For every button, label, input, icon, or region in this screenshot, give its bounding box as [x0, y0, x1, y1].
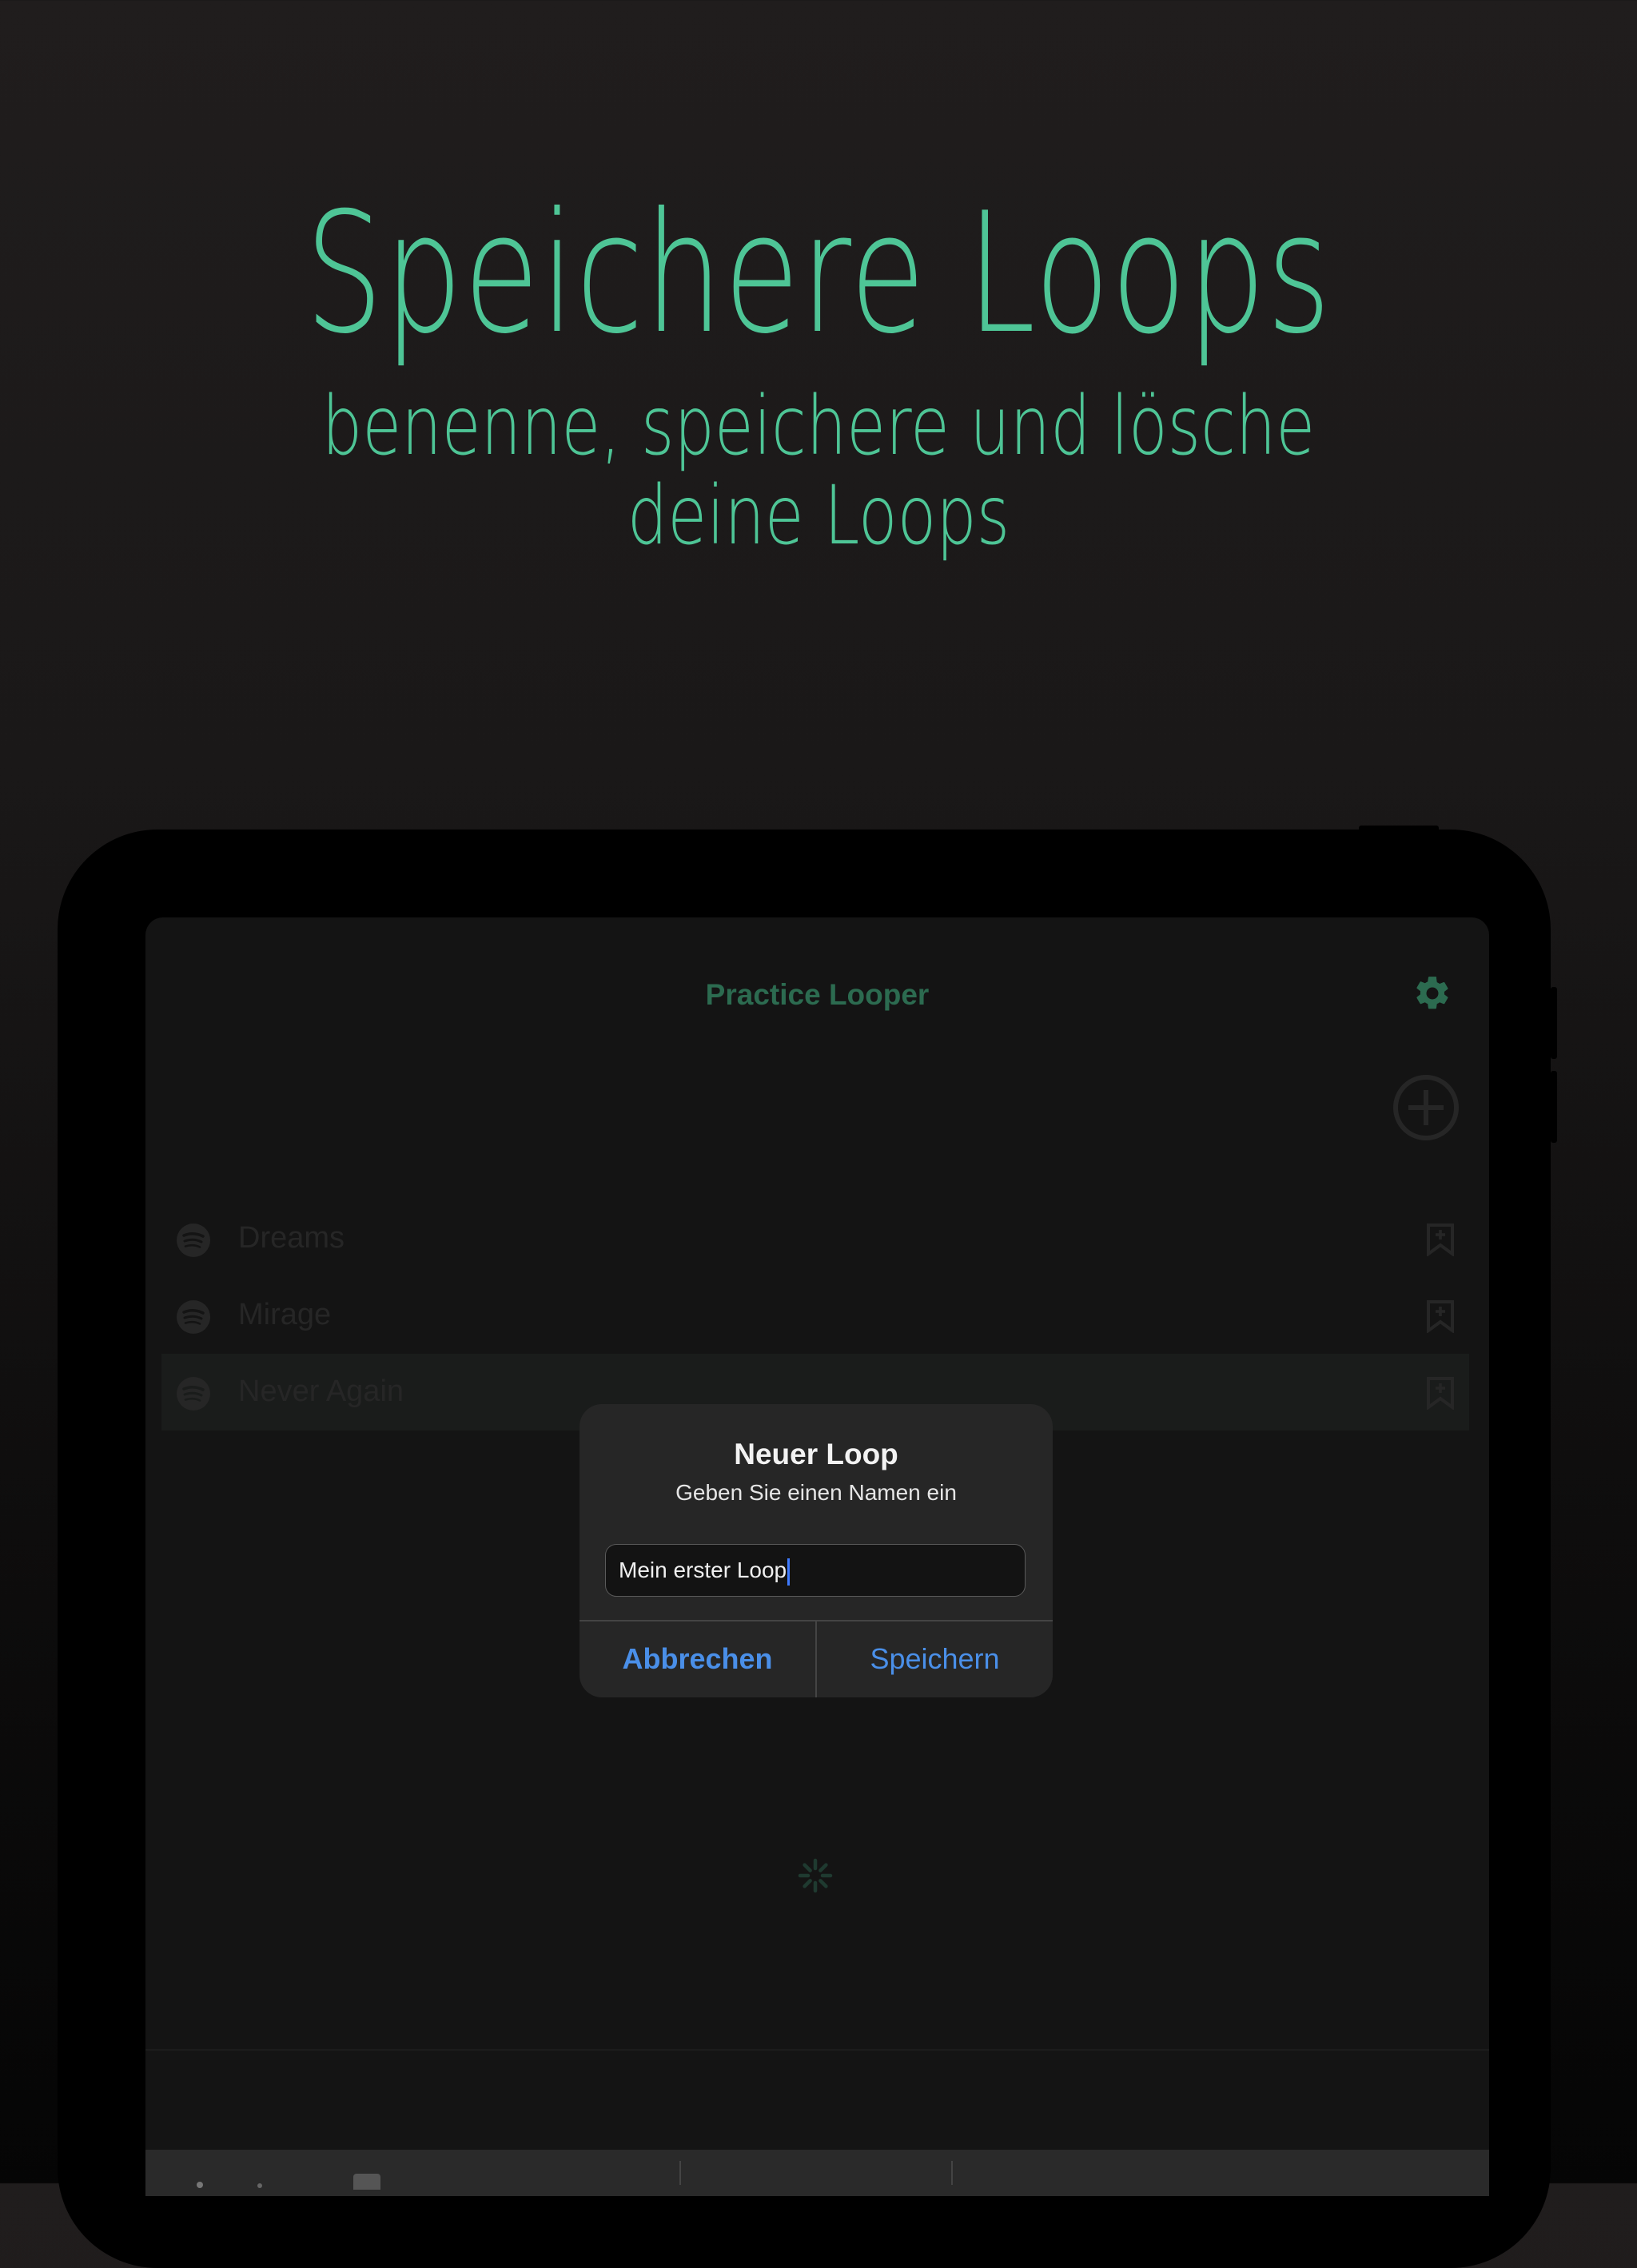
loading-spinner-icon: [798, 1858, 833, 1893]
song-title: Dreams: [238, 1221, 345, 1255]
toolbar-separator: [679, 2161, 681, 2185]
song-title: Mirage: [238, 1298, 332, 1331]
new-loop-dialog: Neuer Loop Geben Sie einen Namen ein Mei…: [580, 1404, 1053, 1697]
app-screen: Practice Looper Dreams Mirage Never Agai…: [145, 917, 1489, 2196]
gear-icon[interactable]: [1412, 973, 1452, 1013]
plus-circle-icon[interactable]: [1392, 1074, 1460, 1141]
device-top-button: [1359, 826, 1439, 832]
hero-title: Speichere Loops: [305, 177, 1332, 371]
bookmark-icon[interactable]: [1426, 1299, 1455, 1333]
text-caret: [787, 1558, 791, 1586]
cancel-button[interactable]: Abbrechen: [580, 1621, 815, 1697]
nav-title: Practice Looper: [705, 978, 930, 1011]
spotify-icon: [177, 1377, 210, 1411]
spotify-icon: [177, 1300, 210, 1334]
device-volume-up-button: [1551, 987, 1557, 1059]
song-row[interactable]: Dreams: [161, 1200, 1469, 1277]
save-button[interactable]: Speichern: [817, 1621, 1053, 1697]
hero-subtitle: benenne, speichere und lösche deine Loop…: [321, 379, 1316, 563]
toolbar-indicator: [197, 2182, 203, 2188]
device-volume-down-button: [1551, 1071, 1557, 1143]
loop-name-input[interactable]: Mein erster Loop: [605, 1544, 1026, 1597]
toolbar-icon[interactable]: [353, 2174, 380, 2190]
toolbar-separator: [951, 2161, 953, 2185]
spotify-icon: [177, 1224, 210, 1257]
bookmark-icon[interactable]: [1426, 1376, 1455, 1410]
dialog-title: Neuer Loop: [734, 1438, 898, 1470]
dialog-message: Geben Sie einen Namen ein: [675, 1480, 957, 1505]
song-row[interactable]: Mirage: [161, 1277, 1469, 1354]
bottom-toolbar: [145, 2150, 1489, 2196]
loop-name-value: Mein erster Loop: [619, 1558, 787, 1582]
bookmark-icon[interactable]: [1426, 1223, 1455, 1256]
song-title: Never Again: [238, 1375, 404, 1408]
bottom-divider: [145, 2049, 1489, 2051]
toolbar-indicator: [257, 2183, 262, 2188]
